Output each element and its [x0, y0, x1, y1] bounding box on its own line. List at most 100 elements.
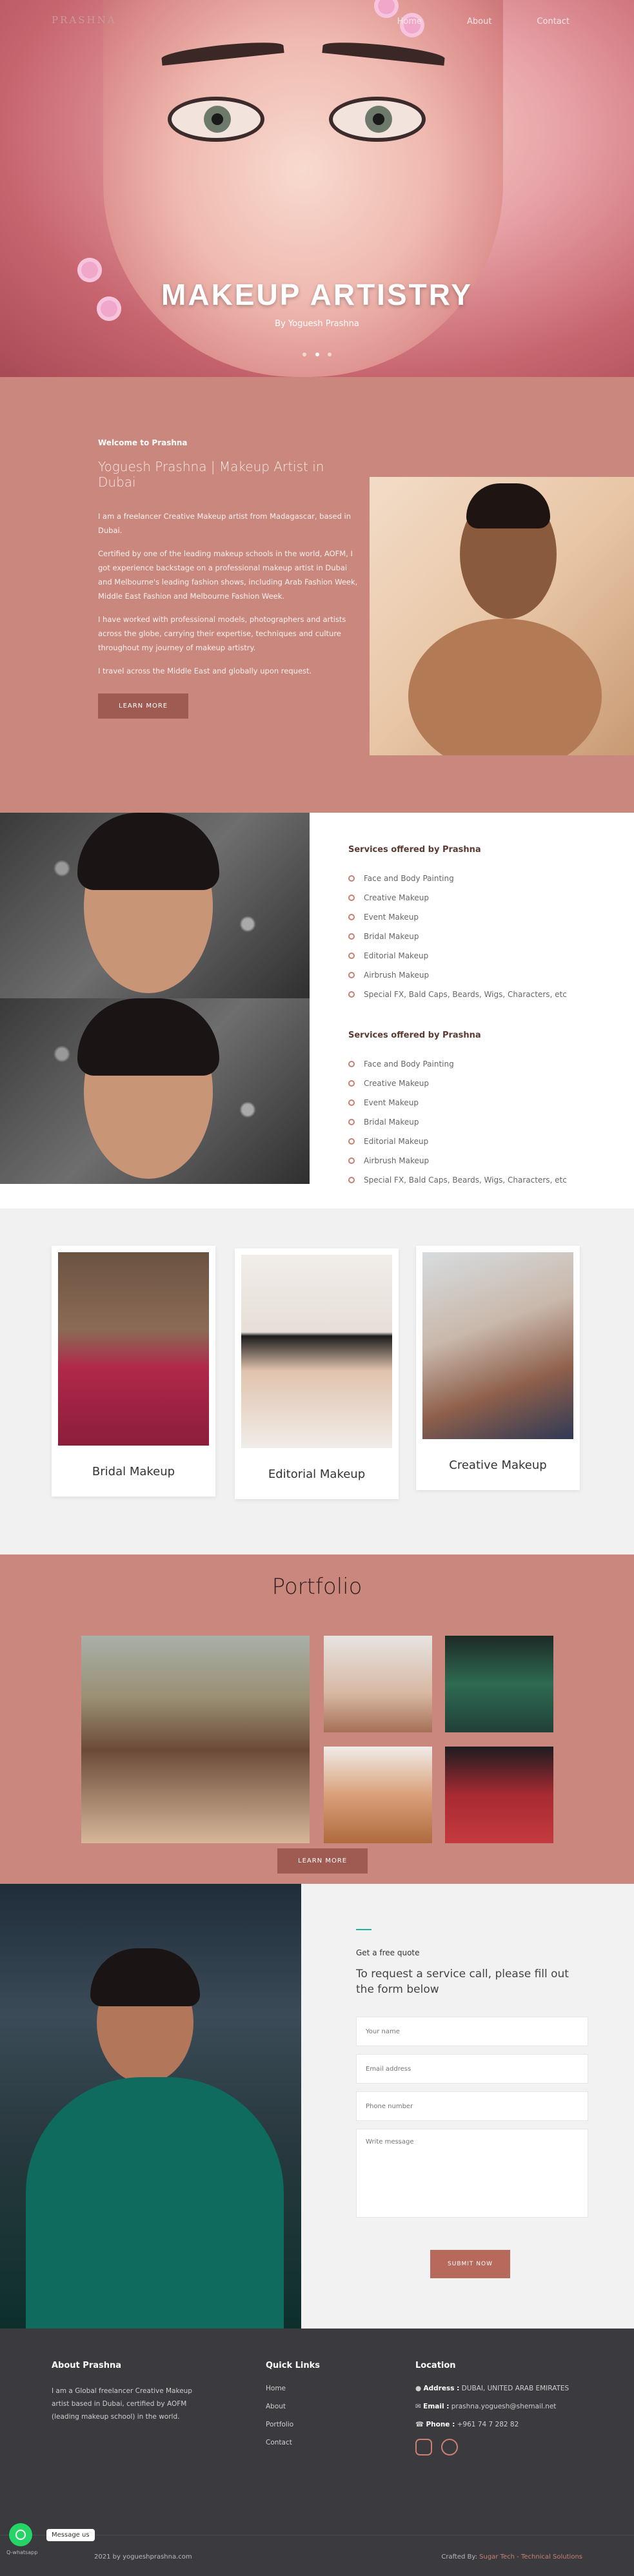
services-title: Services offered by Prashna [348, 845, 481, 855]
footer-phone: ☎ Phone : +961 74 7 282 82 [415, 2421, 519, 2428]
email-field[interactable] [356, 2054, 588, 2084]
top-nav: PRASHNA Home About Contact [0, 14, 634, 34]
service-item: Event Makeup [348, 1098, 606, 1107]
services-list: Services offered by Prashna Face and Bod… [348, 1031, 606, 1195]
quote-form: Get a free quote To request a service ca… [356, 1929, 588, 2278]
whatsapp-float-button[interactable] [9, 2523, 32, 2546]
learn-more-button[interactable]: LEARN MORE [98, 693, 189, 719]
welcome-paragraph: I am a freelancer Creative Makeup artist… [98, 512, 352, 535]
quote-title: To request a service call, please fill o… [356, 1968, 569, 1996]
category-card-label: Editorial Makeup [268, 1467, 366, 1481]
services-list: Services offered by Prashna Face and Bod… [348, 845, 606, 1009]
makeup-categories-section: Bridal Makeup Editorial Makeup Creative … [0, 1208, 634, 1554]
check-circle-icon [348, 1138, 355, 1145]
welcome-section: Welcome to Prashna Yoguesh Prashna | Mak… [0, 377, 634, 813]
hero-section: PRASHNA Home About Contact MAKEUP ARTIST… [0, 0, 634, 377]
footer-link-home[interactable]: Home [266, 2385, 320, 2392]
service-item: Airbrush Makeup [348, 1156, 606, 1165]
category-card-bridal[interactable]: Bridal Makeup [52, 1246, 215, 1496]
footer-quick-links: Quick Links Home About Portfolio Contact [266, 2361, 320, 2457]
portfolio-image[interactable] [324, 1636, 432, 1732]
email-icon: ✉ [415, 2403, 421, 2410]
nav-links: Home About Contact [397, 17, 570, 26]
welcome-title: Yoguesh Prashna | Makeup Artist in Dubai [98, 459, 324, 490]
category-card-label: Creative Makeup [449, 1458, 547, 1472]
service-item: Special FX, Bald Caps, Beards, Wigs, Cha… [348, 1176, 606, 1185]
footer-link-contact[interactable]: Contact [266, 2439, 320, 2446]
welcome-label: Welcome to Prashna [98, 438, 188, 447]
check-circle-icon [348, 1177, 355, 1183]
whatsapp-caption: Q-whatsapp [6, 2550, 38, 2555]
nav-link-home[interactable]: Home [397, 17, 422, 26]
category-card-label: Bridal Makeup [92, 1465, 175, 1478]
service-item: Editorial Makeup [348, 1137, 606, 1146]
slider-dot-active[interactable] [315, 353, 319, 356]
phone-field[interactable] [356, 2091, 588, 2121]
footer-link-about[interactable]: About [266, 2403, 320, 2410]
category-card-creative[interactable]: Creative Makeup [416, 1246, 580, 1490]
quote-label: Get a free quote [356, 1948, 420, 1957]
footer-location-title: Location [415, 2361, 456, 2370]
welcome-paragraph: I travel across the Middle East and glob… [98, 666, 312, 675]
services-title: Services offered by Prashna [348, 1031, 481, 1040]
name-field[interactable] [356, 2017, 588, 2046]
editorial-makeup-image [241, 1255, 392, 1448]
footer-about: About Prashna I am a Global freelancer C… [52, 2361, 200, 2423]
portfolio-learn-more-button[interactable]: LEARN MORE [277, 1848, 368, 1874]
bridal-makeup-image [58, 1252, 209, 1446]
message-field[interactable] [356, 2129, 588, 2218]
hero-brow-right [322, 39, 446, 66]
welcome-paragraph: Certified by one of the leading makeup s… [98, 549, 358, 601]
check-circle-icon [348, 1099, 355, 1106]
check-circle-icon [348, 1080, 355, 1087]
copyright-text: 2021 by yogueshprashna.com [94, 2553, 192, 2561]
brand-logo[interactable]: PRASHNA [52, 14, 117, 26]
whatsapp-icon[interactable] [441, 2439, 458, 2455]
check-circle-icon [348, 1119, 355, 1125]
location-pin-icon: ● [415, 2385, 422, 2392]
services-image [0, 998, 310, 1184]
service-item: Special FX, Bald Caps, Beards, Wigs, Cha… [348, 990, 606, 999]
check-circle-icon [348, 914, 355, 920]
service-item: Bridal Makeup [348, 932, 606, 941]
footer-about-title: About Prashna [52, 2361, 122, 2370]
footer-address: ● Address : DUBAI, UNITED ARAB EMIRATES [415, 2385, 570, 2392]
check-circle-icon [348, 991, 355, 998]
whatsapp-message-bubble[interactable]: Message us [46, 2529, 95, 2541]
creative-makeup-image [422, 1252, 573, 1439]
quote-image [0, 1884, 301, 2329]
service-item: Creative Makeup [348, 893, 606, 902]
slider-dot[interactable] [327, 353, 332, 356]
footer: About Prashna I am a Global freelancer C… [0, 2329, 634, 2576]
portfolio-image[interactable] [81, 1636, 310, 1843]
page: PRASHNA Home About Contact MAKEUP ARTIST… [0, 0, 634, 2576]
category-card-editorial[interactable]: Editorial Makeup [235, 1248, 399, 1499]
footer-location: Location ● Address : DUBAI, UNITED ARAB … [415, 2361, 609, 2455]
footer-email: ✉ Email : prashna.yoguesh@shemail.net [415, 2403, 557, 2410]
portfolio-image[interactable] [324, 1747, 432, 1843]
nav-link-contact[interactable]: Contact [537, 17, 570, 26]
check-circle-icon [348, 1061, 355, 1067]
service-item: Face and Body Painting [348, 874, 606, 883]
services-section: Services offered by Prashna Face and Bod… [0, 813, 634, 1208]
service-item: Editorial Makeup [348, 951, 606, 960]
portfolio-title: Portfolio [272, 1574, 362, 1600]
submit-button[interactable]: SUBMIT NOW [430, 2250, 510, 2278]
portfolio-image[interactable] [445, 1636, 553, 1732]
service-item: Face and Body Painting [348, 1060, 606, 1069]
phone-icon: ☎ [415, 2421, 424, 2428]
accent-divider [356, 1929, 371, 1930]
service-item: Airbrush Makeup [348, 971, 606, 980]
portfolio-image[interactable] [445, 1747, 553, 1843]
slider-dot[interactable] [302, 353, 307, 356]
welcome-portrait-image [370, 477, 634, 755]
instagram-icon[interactable] [415, 2439, 432, 2455]
hero-eye-left [168, 97, 264, 142]
check-circle-icon [348, 1157, 355, 1164]
check-circle-icon [348, 875, 355, 882]
footer-links-title: Quick Links [266, 2361, 321, 2370]
footer-link-portfolio[interactable]: Portfolio [266, 2421, 320, 2428]
welcome-paragraph: I have worked with professional models, … [98, 615, 346, 652]
crafted-by: Crafted By: Sugar Tech - Technical Solut… [441, 2553, 582, 2561]
nav-link-about[interactable]: About [467, 17, 491, 26]
